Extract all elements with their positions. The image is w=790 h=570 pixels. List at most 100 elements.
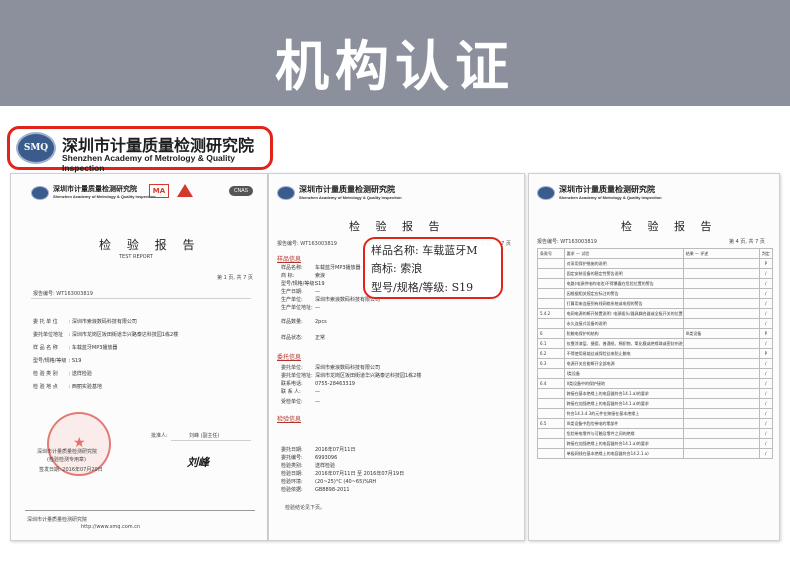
report-table-page[interactable]: 深圳市计量质量检测研究院 Shenzhen Academy of Metrolo… — [528, 173, 780, 541]
table-row: 6.3 电源开关应能断开全部电源 / — [537, 358, 774, 369]
table-cell-text: 因根据相关规定应标注的警告 — [563, 288, 684, 299]
table-cell-mark: P — [758, 328, 774, 339]
table-cell-result — [682, 318, 760, 329]
institute-name-en: Shenzhen Academy of Metrology & Quality … — [62, 153, 236, 173]
table-cell-mark: P — [758, 348, 774, 359]
table-cell-result — [682, 298, 760, 309]
table-header: 条款号 要求 — 试验 结果 — 评述 判定 — [537, 248, 774, 259]
table-cell-mark: / — [758, 338, 774, 349]
table-cell-text: 单极网线在基本绝缘上的电容器符合14.2.1.a) — [563, 448, 684, 459]
approver-name: 刘峰 (副主任) — [189, 433, 220, 439]
table-cell-mark: / — [758, 368, 774, 379]
doc-title: 检 验 报 告 — [99, 238, 201, 252]
table-row: 符合14.3.4.3的元件在跨接在基本绝缘上 / — [537, 408, 774, 419]
field-row: 型号/规格/等级 : S19 — [33, 358, 82, 364]
sign-date: 签发日期: 2016年07月20日 — [39, 467, 103, 473]
table-cell-text: III类设备中危险带电的零部件 — [563, 418, 684, 429]
header-banner: 机构认证 — [0, 0, 790, 106]
section-test: 检验信息 — [277, 416, 302, 423]
table-cell-result — [682, 348, 760, 359]
table-row: 6.4 II类设备中的保护接地 / — [537, 378, 774, 389]
table-cell-text: 符合14.3.4.3的元件在跨接在基本绝缘上 — [563, 408, 684, 419]
table-cell-result: III类设备 — [682, 328, 760, 339]
table-row: 固定安装设备的稳定性警告说明 / — [537, 268, 774, 279]
table-cell-mark: / — [758, 298, 774, 309]
table-cell-no — [537, 278, 565, 289]
table-cell-result — [682, 448, 760, 459]
table-cell-result — [682, 278, 760, 289]
table-cell-result — [682, 338, 760, 349]
table-cell-mark: / — [758, 308, 774, 319]
table-cell-text: 跨接在基本绝缘上的电容器符合14.1.a)的要求 — [563, 388, 684, 399]
table-cell-mark: / — [758, 358, 774, 369]
table-cell-text: 跨接在加强绝缘上的电容器符合14.1.a)的要求 — [563, 438, 684, 449]
doc-title: 检 验 报 告 — [349, 220, 446, 233]
table-cell-mark: / — [758, 288, 774, 299]
table-cell-result — [682, 368, 760, 379]
table-cell-text: 电网电源的断开装置说明: 电源插头/器具耦合器或全极开关的位置 — [563, 308, 684, 319]
table-row: 电路(电源供电的电池)不得暴露在危险位置的警告 / — [537, 278, 774, 289]
zoom-sample-name: 样品名称: 车载蓝牙M — [371, 244, 478, 257]
field-row: 生产日期: — — [281, 289, 320, 295]
field-row: 检 验 地 点 : 西丽实验基地 — [33, 384, 102, 390]
table-cell-no — [537, 448, 565, 459]
table-row: 5.4.2 电网电源的断开装置说明: 电源插头/器具耦合器或全极开关的位置 / — [537, 308, 774, 319]
table-cell-mark: / — [758, 268, 774, 279]
cnas-mark-icon: CNAS — [229, 186, 253, 196]
org-name-en: Shenzhen Academy of Metrology & Quality … — [53, 194, 156, 199]
table-cell-text: I类设备 — [563, 368, 684, 379]
table-cell-result — [682, 418, 760, 429]
table-cell-result — [682, 408, 760, 419]
field-row: 检验日期: 2016年07月11日 至 2016年07月19日 — [281, 471, 405, 477]
table-cell-mark: / — [758, 428, 774, 439]
table-cell-no: 6 — [537, 328, 565, 339]
field-row: 生产单位: 深圳市索浪数码科技有限公司 — [281, 297, 381, 303]
field-row: 委托单位: 深圳市索浪数码科技有限公司 — [281, 365, 381, 371]
stamp-sub: (检验检测专用章) — [47, 457, 86, 463]
field-row: 检验环境: (20~25)°C (40~65)%RH — [281, 479, 377, 485]
zoom-trademark: 商标: 索浪 — [371, 262, 423, 275]
footer-web: http://www.smq.com.cn — [81, 524, 141, 530]
table-cell-no — [537, 268, 565, 279]
table-cell-text: 危险带电零件与可触及零件之间的绝缘 — [563, 428, 684, 439]
table-cell-mark: / — [758, 408, 774, 419]
table-cell-text: 打算用来连接到有线网络系统或电视的警告 — [563, 298, 684, 309]
field-row: 联 系 人: — — [281, 389, 320, 395]
section-client: 委托信息 — [277, 354, 302, 361]
smq-logo-icon — [277, 186, 295, 200]
approver-label: 批准人: — [151, 433, 168, 439]
page-info: 第 4 页, 共 7 页 — [729, 239, 765, 245]
field-row: 样品名称: 车载蓝牙MP3播放器 — [281, 265, 361, 271]
table-cell-mark: / — [758, 318, 774, 329]
report-cover-page[interactable]: 深圳市计量质量检测研究院 Shenzhen Academy of Metrolo… — [10, 173, 268, 541]
field-row: 型号/规格/等级:S19 — [281, 281, 325, 287]
table-row: 打算用来连接到有线网络系统或电视的警告 / — [537, 298, 774, 309]
org-name-cn: 深圳市计量质量检测研究院 — [559, 185, 655, 194]
table-cell-mark: / — [758, 278, 774, 289]
institute-callout: SMQ 深圳市计量质量检测研究院 Shenzhen Academy of Met… — [7, 126, 273, 173]
field-row: 检验类别: 送样检验 — [281, 463, 336, 469]
field-row: 样品状态: 正常 — [281, 335, 326, 341]
table-cell-no: 6.4 — [537, 378, 565, 389]
zoom-callout: 样品名称: 车载蓝牙M 商标: 索浪 型号/规格/等级: S19 — [363, 237, 503, 299]
table-row: 6.1仅靠涂漆层、搪瓷、普通纸、棉织物、氧化膜或绝缘珠或密封剂进行绝缘的结构 / — [537, 338, 774, 349]
table-cell-result — [682, 438, 760, 449]
field-row: 委 托 单 位 : 深圳市索浪数码科技有限公司 — [33, 319, 137, 325]
table-cell-no — [537, 398, 565, 409]
table-cell-text: 电源开关应能断开全部电源 — [563, 358, 684, 369]
table-row: 跨接在加强绝缘上的电容器符合14.1.a)的要求 / — [537, 398, 774, 409]
table-row: I类设备 / — [537, 368, 774, 379]
table-cell-mark: / — [758, 388, 774, 399]
field-row: 委托单位地址 : 深圳市龙岗区坂田街道华兴路泰达科技园1栋2楼 — [33, 332, 179, 338]
org-name-cn: 深圳市计量质量检测研究院 — [53, 185, 137, 193]
table-cell-text: 不得使用易熔丝或保险丝来防止触电 — [563, 348, 684, 359]
cma-mark-icon: MA — [149, 184, 169, 198]
report-number: 报告编号: WT163003819 — [33, 291, 93, 297]
table-cell-no — [537, 438, 565, 449]
table-cell-text: 电路(电源供电的电池)不得暴露在危险位置的警告 — [563, 278, 684, 289]
stamp-caption: 深圳市计量质量检测研究院 — [37, 449, 98, 455]
table-cell-text: 防触电保护的结构 — [563, 328, 684, 339]
doc-title: 检 验 报 告 — [621, 220, 718, 233]
smq-logo-icon — [537, 186, 555, 200]
report-sample-page[interactable]: 深圳市计量质量检测研究院 Shenzhen Academy of Metrolo… — [268, 173, 525, 541]
